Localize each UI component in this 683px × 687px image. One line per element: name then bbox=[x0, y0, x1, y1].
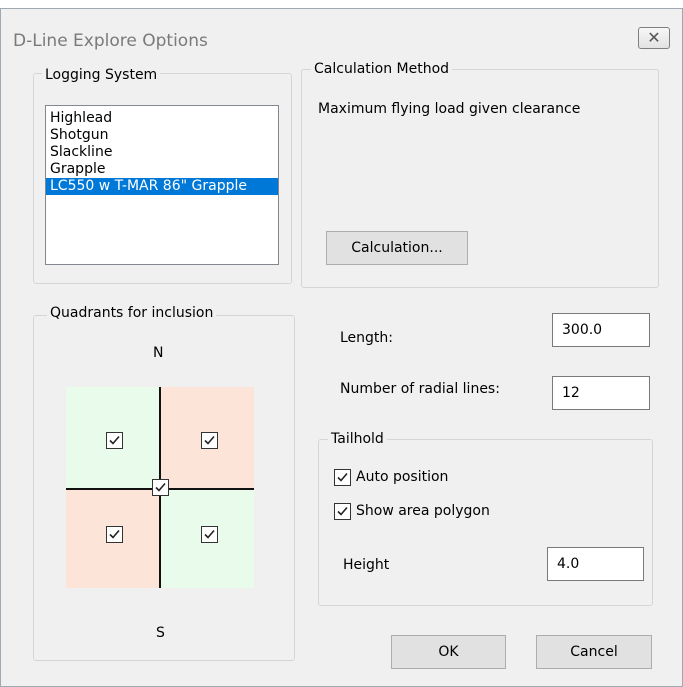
south-label: S bbox=[156, 625, 165, 641]
quadrant-sw[interactable] bbox=[66, 489, 160, 588]
close-icon: ✕ bbox=[647, 28, 661, 47]
quadrant-center-checkbox[interactable] bbox=[152, 479, 169, 496]
auto-position-checkbox[interactable] bbox=[334, 469, 351, 486]
auto-position-label[interactable]: Auto position bbox=[356, 469, 448, 485]
checkmark-icon bbox=[337, 472, 348, 482]
checkmark-icon bbox=[337, 506, 348, 516]
quadrants-label: Quadrants for inclusion bbox=[47, 305, 217, 321]
title-bar: D-Line Explore Options ✕ bbox=[1, 9, 682, 57]
show-area-polygon-label[interactable]: Show area polygon bbox=[356, 503, 490, 519]
ok-button[interactable]: OK bbox=[391, 635, 506, 669]
cancel-button[interactable]: Cancel bbox=[536, 635, 652, 669]
height-input[interactable]: 4.0 bbox=[547, 547, 644, 581]
checkmark-icon bbox=[204, 435, 215, 445]
calculation-method-label: Calculation Method bbox=[311, 61, 453, 77]
checkmark-icon bbox=[204, 529, 215, 539]
length-input[interactable]: 300.0 bbox=[552, 313, 650, 347]
checkmark-icon bbox=[109, 529, 120, 539]
quadrant-sw-checkbox[interactable] bbox=[106, 526, 123, 543]
options-dialog: D-Line Explore Options ✕ Logging System … bbox=[0, 8, 683, 687]
quadrant-nw-checkbox[interactable] bbox=[106, 432, 123, 449]
height-label: Height bbox=[343, 557, 390, 573]
close-button[interactable]: ✕ bbox=[638, 27, 670, 49]
checkmark-icon bbox=[155, 482, 166, 492]
checkmark-icon bbox=[109, 435, 120, 445]
list-item-highlead[interactable]: Highlead bbox=[46, 110, 278, 127]
quadrant-ne-checkbox[interactable] bbox=[201, 432, 218, 449]
length-label: Length: bbox=[340, 330, 394, 346]
list-item-grapple[interactable]: Grapple bbox=[46, 161, 278, 178]
window-title: D-Line Explore Options bbox=[13, 31, 208, 51]
quadrant-se-checkbox[interactable] bbox=[201, 526, 218, 543]
calculation-button[interactable]: Calculation... bbox=[326, 231, 468, 265]
show-area-polygon-checkbox[interactable] bbox=[334, 503, 351, 520]
logging-system-list[interactable]: Highlead Shotgun Slackline Grapple LC550… bbox=[45, 105, 279, 265]
quadrant-se[interactable] bbox=[160, 489, 254, 588]
list-item-slackline[interactable]: Slackline bbox=[46, 144, 278, 161]
radial-lines-label: Number of radial lines: bbox=[340, 381, 500, 397]
tailhold-label: Tailhold bbox=[328, 431, 387, 447]
calculation-method-description: Maximum flying load given clearance bbox=[318, 101, 581, 117]
logging-system-label: Logging System bbox=[42, 67, 161, 83]
list-item-lc550-grapple[interactable]: LC550 w T-MAR 86" Grapple bbox=[46, 178, 278, 195]
quadrant-nw[interactable] bbox=[66, 387, 160, 489]
list-item-shotgun[interactable]: Shotgun bbox=[46, 127, 278, 144]
quadrant-ne[interactable] bbox=[160, 387, 254, 489]
north-label: N bbox=[153, 345, 164, 361]
quadrant-grid bbox=[66, 387, 254, 588]
radial-lines-input[interactable]: 12 bbox=[552, 376, 650, 410]
